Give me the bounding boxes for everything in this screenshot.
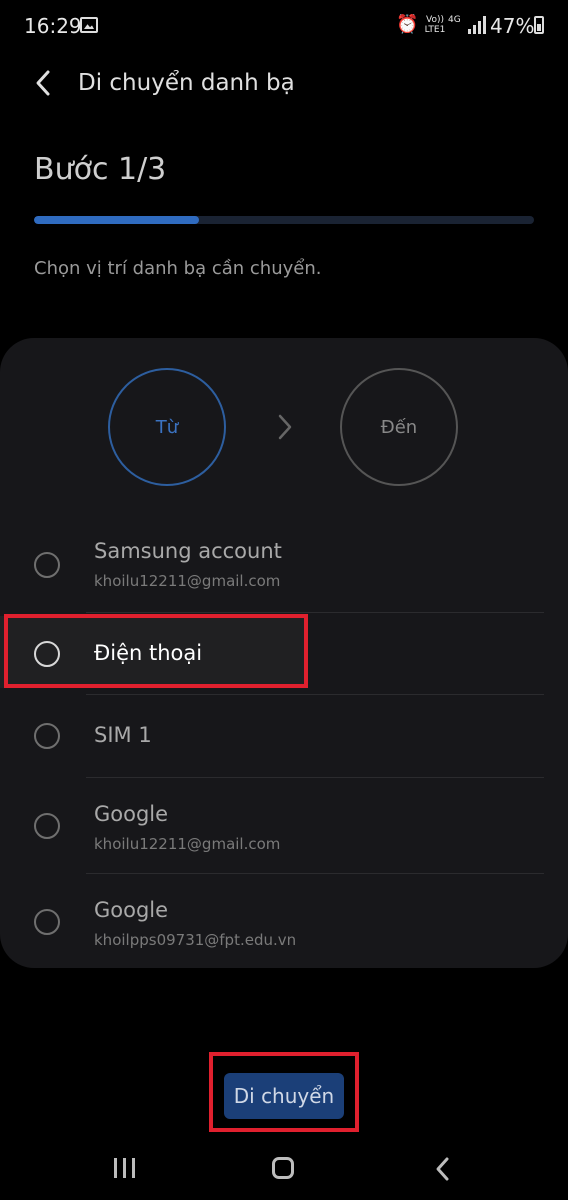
nav-back-icon[interactable] <box>434 1156 452 1182</box>
divider <box>86 612 544 613</box>
back-button[interactable] <box>30 68 60 98</box>
radio-button[interactable] <box>34 813 60 839</box>
list-item-sim1[interactable]: SIM 1 <box>0 696 568 776</box>
divider <box>86 873 544 874</box>
list-item-google-1[interactable]: Google khoilu12211@gmail.com <box>0 780 568 872</box>
from-label: Từ <box>155 416 179 438</box>
list-item-subtitle: khoilu12211@gmail.com <box>94 572 281 590</box>
home-icon[interactable] <box>272 1157 294 1179</box>
gallery-icon <box>80 17 98 33</box>
network-type: 4G <box>448 15 461 25</box>
volte-indicator: Vo)) LTE1 <box>424 15 446 35</box>
list-item-subtitle: khoilpps09731@fpt.edu.vn <box>94 931 297 949</box>
progress-fill <box>34 216 199 224</box>
chevron-right-icon <box>274 412 296 442</box>
to-circle: Đến <box>340 368 458 486</box>
divider <box>86 777 544 778</box>
list-item-subtitle: khoilu12211@gmail.com <box>94 835 281 853</box>
to-label: Đến <box>380 416 418 438</box>
back-arrow-icon <box>36 70 50 96</box>
highlight-annotation <box>209 1052 359 1132</box>
radio-button[interactable] <box>34 552 60 578</box>
list-item-samsung-account[interactable]: Samsung account khoilu12211@gmail.com <box>0 530 568 612</box>
list-item-title: Samsung account <box>94 539 282 563</box>
radio-button[interactable] <box>34 909 60 935</box>
list-item-title: SIM 1 <box>94 723 152 747</box>
alarm-icon: ⏰ <box>396 14 419 35</box>
highlight-annotation <box>4 614 308 688</box>
from-circle: Từ <box>108 368 226 486</box>
recent-apps-icon[interactable] <box>114 1158 136 1178</box>
list-item-google-2[interactable]: Google khoilpps09731@fpt.edu.vn <box>0 876 568 964</box>
step-progress-bar <box>34 216 534 224</box>
page-title: Di chuyển danh bạ <box>78 70 295 96</box>
signal-icon <box>468 16 486 34</box>
divider <box>86 694 544 695</box>
list-item-title: Google <box>94 898 169 922</box>
status-bar: 16:29 ⏰ Vo)) LTE1 4G 47% <box>0 0 568 56</box>
step-indicator: Bước 1/3 <box>34 152 167 187</box>
status-time: 16:29 <box>24 14 82 38</box>
radio-button[interactable] <box>34 723 60 749</box>
instruction-text: Chọn vị trí danh bạ cần chuyển. <box>34 258 322 279</box>
battery-icon <box>534 16 544 34</box>
battery-percent: 47% <box>490 14 535 38</box>
list-item-title: Google <box>94 802 169 826</box>
